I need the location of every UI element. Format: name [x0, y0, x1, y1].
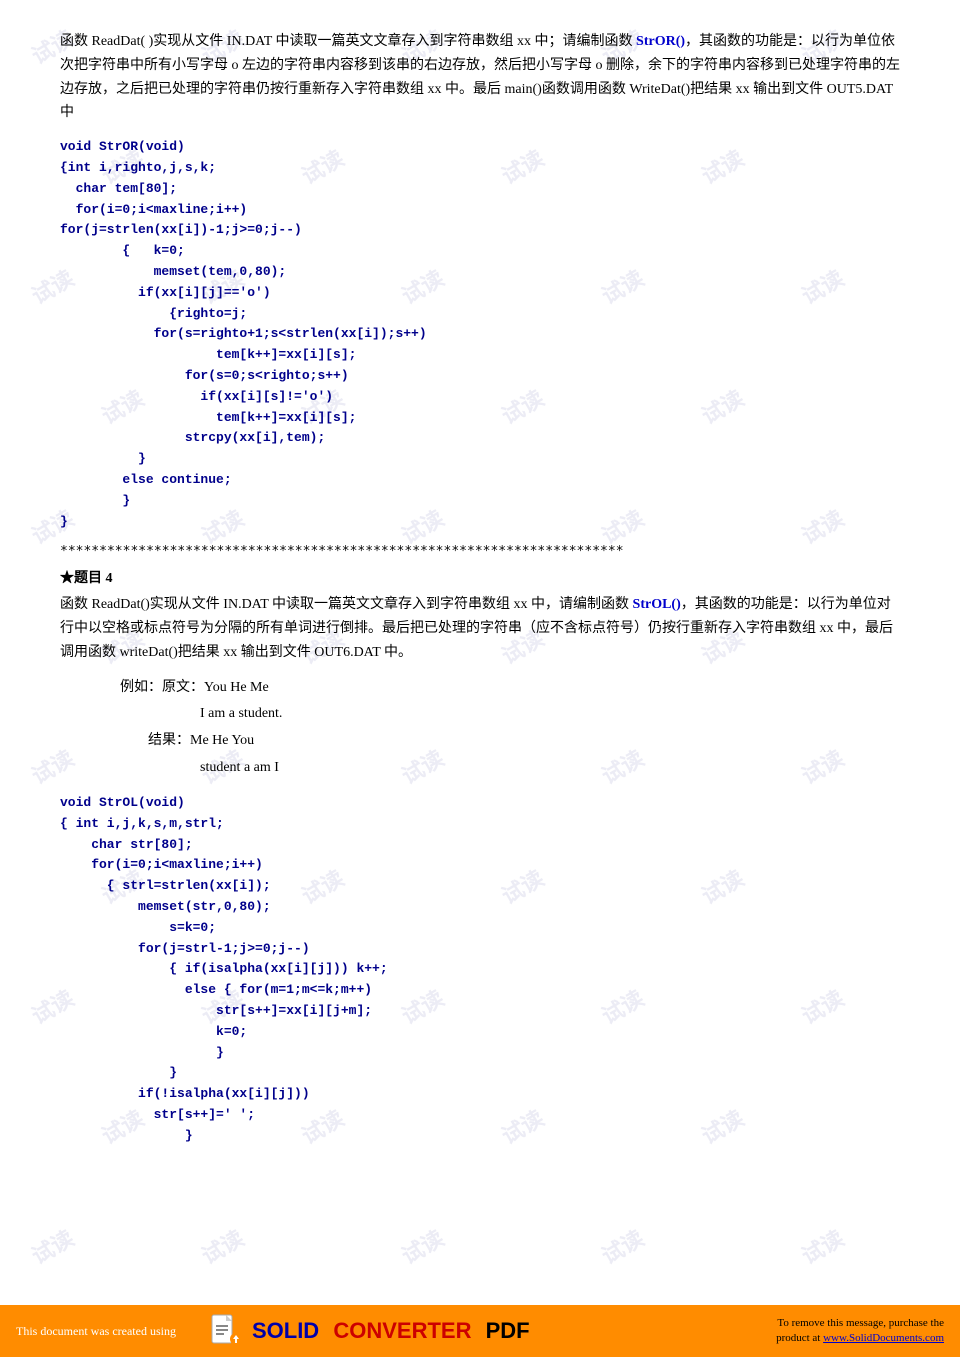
intro-paragraph-1: 函数 ReadDat( )实现从文件 IN.DAT 中读取一篇英文文章存入到字符… [60, 30, 900, 125]
intro-bold-1: StrOR() [636, 34, 685, 49]
watermark: 试读 [395, 1221, 449, 1271]
footer-converter-text: CONVERTER [333, 1318, 471, 1344]
footer-logo-area: SOLID CONVERTER PDF [192, 1313, 546, 1349]
example-result-label: 结果：Me He You [120, 728, 900, 755]
footer-brand-space [323, 1318, 329, 1344]
footer-solid-text: SOLID [252, 1318, 319, 1344]
code-block-2: void StrOL(void) { int i,j,k,s,m,strl; c… [60, 793, 900, 1147]
footer-brand-space2 [475, 1318, 481, 1344]
example-orig-text: 例如：原文：You He Me [120, 680, 269, 695]
footer-url: www.SolidDocuments.com [823, 1332, 944, 1344]
section4-paragraph: 函数 ReadDat()实现从文件 IN.DAT 中读取一篇英文文章存入到字符串… [60, 593, 900, 664]
footer-right-line1: To remove this message, purchase the [776, 1316, 944, 1331]
example-result2: student a am I [200, 755, 900, 782]
footer-left-text: This document was created using [0, 1324, 192, 1339]
footer-right: To remove this message, purchase the pro… [760, 1316, 960, 1347]
example-result-text: 结果：Me He You [148, 733, 254, 748]
watermark: 试读 [595, 1221, 649, 1271]
footer-right-line2: product at www.SolidDocuments.com [776, 1331, 944, 1346]
solid-converter-icon [208, 1313, 244, 1349]
footer-pdf-text: PDF [486, 1318, 530, 1344]
watermark: 试读 [195, 1221, 249, 1271]
footer-brand: SOLID CONVERTER PDF [252, 1318, 530, 1344]
footer-bar: This document was created using SOLID CO… [0, 1305, 960, 1357]
example-block: 例如：原文：You He Me I am a student. 结果：Me He… [120, 675, 900, 781]
watermark: 试读 [25, 1221, 79, 1271]
code-block-1: void StrOR(void) {int i,righto,j,s,k; ch… [60, 137, 900, 532]
divider-stars: ****************************************… [60, 544, 900, 559]
section4-title: ★题目 4 [60, 567, 900, 587]
example-line2: I am a student. [200, 701, 900, 728]
section4-text-1: 函数 ReadDat()实现从文件 IN.DAT 中读取一篇英文文章存入到字符串… [60, 597, 633, 612]
section4-bold: StrOL() [633, 597, 681, 612]
watermark: 试读 [795, 1221, 849, 1271]
main-content: 函数 ReadDat( )实现从文件 IN.DAT 中读取一篇英文文章存入到字符… [0, 0, 960, 1179]
example-orig-label: 例如：原文：You He Me [120, 675, 900, 702]
intro-text-1: 函数 ReadDat( )实现从文件 IN.DAT 中读取一篇英文文章存入到字符… [60, 34, 636, 49]
